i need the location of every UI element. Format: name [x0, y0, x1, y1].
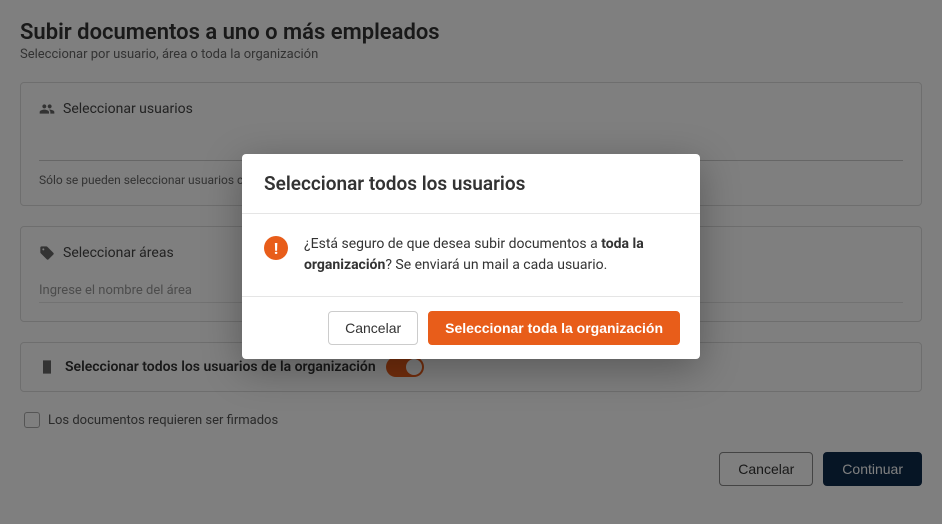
- warning-icon: !: [264, 236, 288, 260]
- modal-text-post: ? Se enviará un mail a cada usuario.: [385, 257, 607, 273]
- modal-body: ! ¿Está seguro de que desea subir docume…: [242, 214, 700, 297]
- modal-overlay[interactable]: Seleccionar todos los usuarios ! ¿Está s…: [0, 0, 942, 524]
- modal-text: ¿Está seguro de que desea subir document…: [304, 234, 678, 276]
- modal-footer: Cancelar Seleccionar toda la organizació…: [242, 297, 700, 359]
- modal-cancel-button[interactable]: Cancelar: [328, 311, 418, 345]
- confirm-modal: Seleccionar todos los usuarios ! ¿Está s…: [242, 154, 700, 359]
- modal-text-pre: ¿Está seguro de que desea subir document…: [304, 236, 601, 252]
- modal-confirm-button[interactable]: Seleccionar toda la organización: [428, 311, 680, 345]
- modal-title: Seleccionar todos los usuarios: [264, 172, 678, 195]
- modal-header: Seleccionar todos los usuarios: [242, 154, 700, 214]
